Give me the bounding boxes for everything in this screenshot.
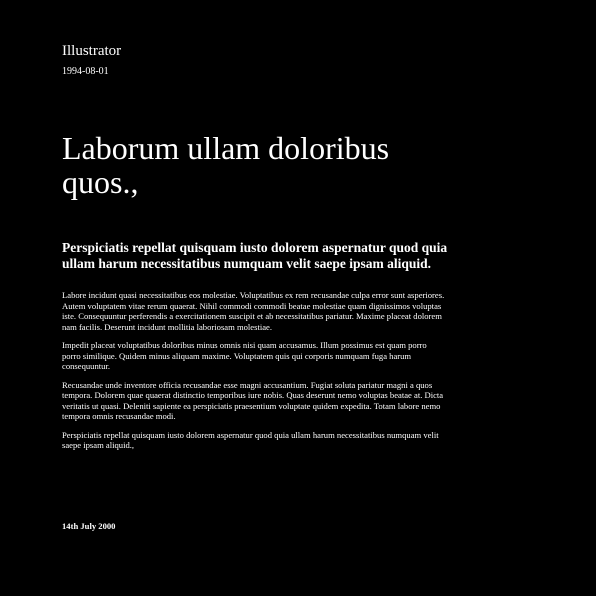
paragraph: Recusandae unde inventore officia recusa… — [62, 379, 444, 422]
document-page: Illustrator 1994-08-01 Laborum ullam dol… — [0, 0, 596, 596]
paragraph: Perspiciatis repellat quisquam iusto dol… — [62, 429, 439, 451]
publish-date: 1994-08-01 — [62, 66, 109, 77]
footer-date: 14th July 2000 — [62, 521, 116, 531]
paragraph: Labore incidunt quasi necessitatibus eos… — [62, 290, 445, 332]
subtitle: Perspiciatis repellat quisquam iusto dol… — [62, 240, 448, 271]
page-title: Laborum ullam doloribus quos., — [62, 130, 390, 200]
author-name: Illustrator — [62, 43, 122, 59]
paragraph: Impedit placeat voluptatibus doloribus m… — [62, 340, 427, 371]
article-body: Labore incidunt quasi necessitatibus eos… — [62, 290, 446, 459]
